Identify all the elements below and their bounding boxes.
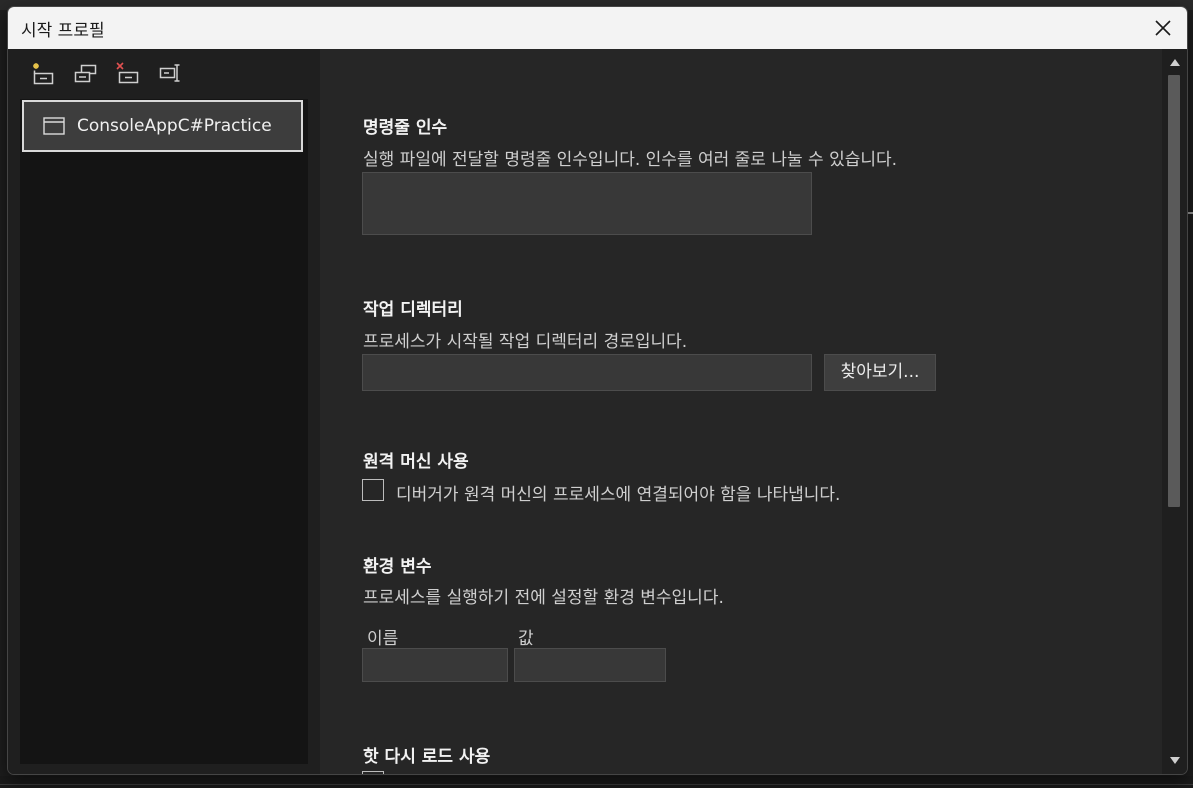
working-dir-description: 프로세스가 시작될 작업 디렉터리 경로입니다. xyxy=(363,332,688,352)
command-args-title: 명령줄 인수 xyxy=(363,118,448,138)
browse-button[interactable]: 찾아보기... xyxy=(824,354,936,391)
rename-profile-icon xyxy=(159,64,180,82)
env-var-name-input[interactable] xyxy=(362,648,508,682)
close-icon xyxy=(1155,20,1171,36)
profile-item-consoleapp[interactable]: ConsoleAppC#Practice xyxy=(22,100,303,152)
profile-item-label: ConsoleAppC#Practice xyxy=(77,116,272,136)
delete-profile-icon xyxy=(116,62,139,84)
title-bar: 시작 프로필 xyxy=(8,7,1187,49)
env-vars-name-header: 이름 xyxy=(367,629,399,649)
scroll-down-icon[interactable] xyxy=(1169,756,1181,766)
env-vars-value-header: 값 xyxy=(518,629,534,649)
hot-reload-title: 핫 다시 로드 사용 xyxy=(363,747,491,767)
env-vars-description: 프로세스를 실행하기 전에 설정할 환경 변수입니다. xyxy=(363,588,724,608)
profile-settings-panel: 명령줄 인수 실행 파일에 전달할 명령줄 인수입니다. 인수를 여러 줄로 나… xyxy=(320,49,1162,774)
dialog-title: 시작 프로필 xyxy=(21,21,105,41)
close-button[interactable] xyxy=(1139,7,1187,49)
working-dir-input[interactable] xyxy=(362,354,812,391)
remote-machine-checkbox[interactable] xyxy=(362,479,384,501)
command-args-input[interactable] xyxy=(362,172,812,235)
console-app-icon xyxy=(43,117,65,135)
command-args-description: 실행 파일에 전달할 명령줄 인수입니다. 인수를 여러 줄로 나눌 수 있습니… xyxy=(363,150,898,170)
scroll-thumb[interactable] xyxy=(1168,75,1180,507)
profile-list: ConsoleAppC#Practice xyxy=(20,99,308,764)
env-vars-title: 환경 변수 xyxy=(363,557,432,577)
copy-profile-button[interactable] xyxy=(72,61,100,87)
working-dir-title: 작업 디렉터리 xyxy=(363,300,463,320)
hot-reload-checkbox[interactable] xyxy=(362,771,384,774)
new-profile-button[interactable] xyxy=(29,61,57,87)
copy-profile-icon xyxy=(74,64,97,83)
profile-sidebar: ConsoleAppC#Practice xyxy=(8,49,320,774)
delete-profile-button[interactable] xyxy=(114,61,142,87)
remote-machine-title: 원격 머신 사용 xyxy=(363,452,469,472)
rename-profile-button[interactable] xyxy=(158,61,186,87)
background-divider xyxy=(0,784,1193,785)
remote-machine-label: 디버거가 원격 머신의 프로세스에 연결되어야 함을 나타냅니다. xyxy=(396,485,841,505)
env-var-value-input[interactable] xyxy=(514,648,666,682)
background-status-strip xyxy=(0,776,1193,788)
scroll-up-icon[interactable] xyxy=(1169,57,1181,67)
vertical-scrollbar[interactable] xyxy=(1162,49,1187,774)
new-profile-icon xyxy=(33,63,54,85)
launch-profiles-dialog: 시작 프로필 ConsoleAppC#Practice 명령줄 인수 실행 파일… xyxy=(7,6,1188,775)
